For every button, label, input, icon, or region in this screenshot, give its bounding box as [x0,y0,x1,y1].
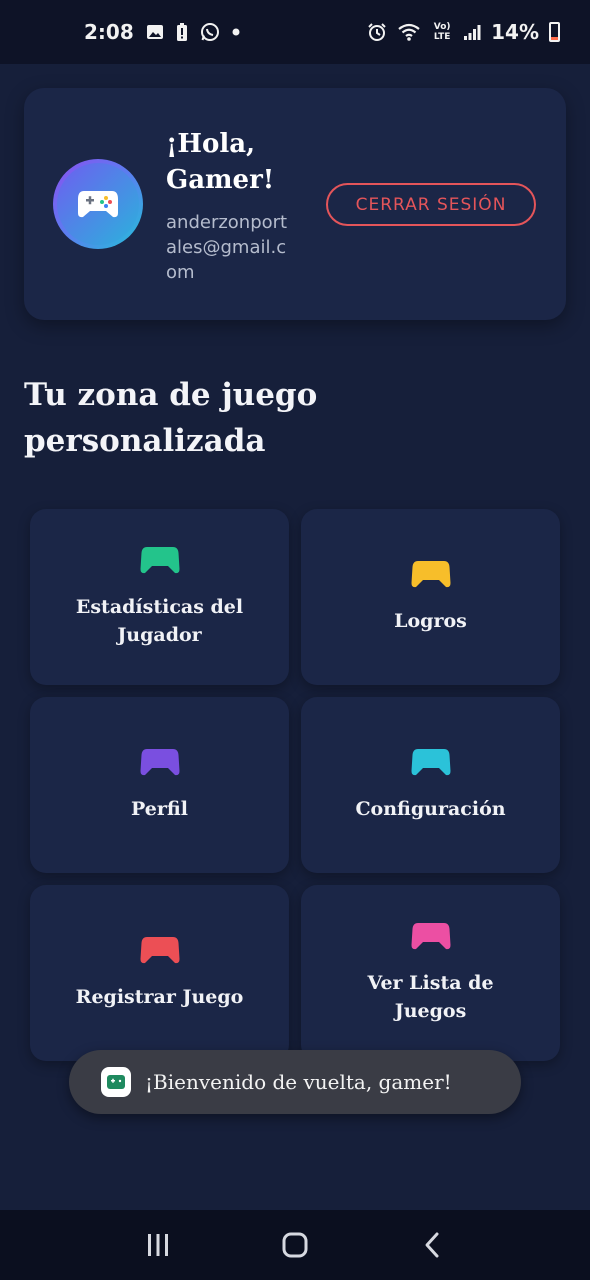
notification-dot-icon [232,28,240,36]
tile-achievements[interactable]: Logros [301,509,560,685]
user-email: anderzonportales@gmail.com [166,212,288,283]
tile-label: Logros [394,610,467,632]
greeting: ¡Hola, Gamer! [166,129,275,195]
battery-percent: 14% [491,20,539,44]
section-title: Tu zona de juego personalizada [24,377,318,459]
signal-icon [463,23,481,41]
screen: 2:08 Vo) LTE 14% ¡Hola, Gamer! anderzonp… [0,0,590,1280]
tile-label: Estadísticas del Jugador [75,596,244,646]
app-icon [101,1067,131,1097]
status-bar: 2:08 Vo) LTE 14% [0,0,590,64]
home-button[interactable] [265,1220,325,1270]
status-left: 2:08 [84,20,240,44]
gamepad-icon [140,749,179,776]
battery-alert-icon [176,22,188,42]
tile-settings[interactable]: Configuración [301,697,560,873]
recent-apps-icon [148,1234,169,1256]
battery-icon [549,22,560,42]
back-button[interactable] [402,1220,462,1270]
gamepad-icon [411,923,450,950]
back-icon [425,1232,439,1258]
gamepad-icon [140,937,179,964]
home-icon [282,1232,308,1258]
tile-game-list[interactable]: Ver Lista de Juegos [301,885,560,1061]
profile-card: ¡Hola, Gamer! anderzonportales@gmail.com… [24,88,566,320]
volte-icon: Vo) LTE [431,22,453,42]
tile-player-stats[interactable]: Estadísticas del Jugador [30,509,289,685]
gallery-icon [146,23,164,41]
tile-register-game[interactable]: Registrar Juego [30,885,289,1061]
avatar-inner [57,163,139,245]
toast: ¡Bienvenido de vuelta, gamer! [69,1050,521,1114]
avatar [53,159,143,249]
tile-label: Registrar Juego [75,986,244,1008]
tile-label: Perfil [131,798,188,820]
toast-message: ¡Bienvenido de vuelta, gamer! [145,1070,452,1094]
navigation-bar [0,1210,590,1280]
volte-label: Vo) LTE [433,22,451,42]
recent-apps-button[interactable] [128,1220,188,1270]
gamepad-icon [411,561,450,588]
status-time: 2:08 [84,20,134,44]
main-content: ¡Hola, Gamer! anderzonportales@gmail.com… [0,64,590,1210]
tile-profile[interactable]: Perfil [30,697,289,873]
wifi-icon [397,22,421,42]
gamepad-avatar-icon [78,191,118,218]
tile-label: Ver Lista de Juegos [367,972,494,1022]
alarm-icon [367,22,387,42]
gamepad-icon [411,749,450,776]
logout-button[interactable]: CERRAR SESIÓN [326,183,536,226]
tile-label: Configuración [355,798,506,820]
gamepad-icon [140,547,179,574]
whatsapp-icon [200,22,220,42]
status-right: Vo) LTE 14% [367,20,560,44]
